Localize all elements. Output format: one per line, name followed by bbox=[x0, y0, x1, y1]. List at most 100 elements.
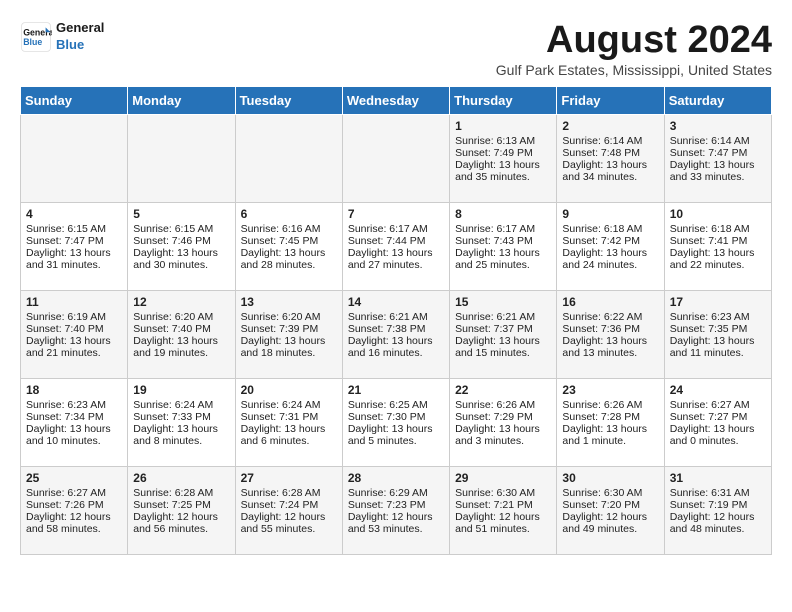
day-info: Daylight: 13 hours bbox=[670, 335, 766, 347]
day-info: Sunset: 7:20 PM bbox=[562, 499, 658, 511]
day-number: 23 bbox=[562, 383, 658, 397]
day-number: 12 bbox=[133, 295, 229, 309]
day-number: 28 bbox=[348, 471, 444, 485]
day-info: and 15 minutes. bbox=[455, 347, 551, 359]
day-info: Sunrise: 6:21 AM bbox=[455, 311, 551, 323]
table-row: 3Sunrise: 6:14 AMSunset: 7:47 PMDaylight… bbox=[664, 114, 771, 202]
day-info: Sunrise: 6:17 AM bbox=[455, 223, 551, 235]
table-row: 11 Sunrise: 6:19 AMSunset: 7:40 PMDayligh… bbox=[21, 290, 128, 378]
day-info: Daylight: 13 hours bbox=[455, 247, 551, 259]
day-info: Sunrise: 6:29 AM bbox=[348, 487, 444, 499]
day-info: Sunrise: 6:27 AM bbox=[670, 399, 766, 411]
day-info: Daylight: 13 hours bbox=[562, 335, 658, 347]
day-info: Sunset: 7:31 PM bbox=[241, 411, 337, 423]
day-info: Daylight: 12 hours bbox=[670, 511, 766, 523]
day-info: and 34 minutes. bbox=[562, 171, 658, 183]
table-row: 21Sunrise: 6:25 AMSunset: 7:30 PMDayligh… bbox=[342, 378, 449, 466]
day-number: 9 bbox=[562, 207, 658, 221]
day-info: and 51 minutes. bbox=[455, 523, 551, 535]
day-info: Daylight: 12 hours bbox=[241, 511, 337, 523]
day-info: and 10 minutes. bbox=[26, 435, 122, 447]
col-friday: Friday bbox=[557, 86, 664, 114]
day-info: Sunset: 7:48 PM bbox=[562, 147, 658, 159]
calendar-table: Sunday Monday Tuesday Wednesday Thursday… bbox=[20, 86, 772, 555]
table-row: 18Sunrise: 6:23 AMSunset: 7:34 PMDayligh… bbox=[21, 378, 128, 466]
day-info: Sunrise: 6:30 AM bbox=[562, 487, 658, 499]
calendar-row: 11Sunrise: 6:19 AMSunset: 7:40 PMDayligh… bbox=[21, 290, 772, 378]
day-info: Sunrise: 6:25 AM bbox=[348, 399, 444, 411]
day-info: Sunset: 7:40 PM bbox=[26, 323, 122, 335]
day-info: Daylight: 12 hours bbox=[455, 511, 551, 523]
table-row: 2Sunrise: 6:14 AMSunset: 7:48 PMDaylight… bbox=[557, 114, 664, 202]
table-row: 4Sunrise: 6:15 AMSunset: 7:47 PMDaylight… bbox=[21, 202, 128, 290]
day-info: Sunset: 7:44 PM bbox=[348, 235, 444, 247]
day-info: and 56 minutes. bbox=[133, 523, 229, 535]
table-row: 16Sunrise: 6:22 AMSunset: 7:36 PMDayligh… bbox=[557, 290, 664, 378]
day-info: and 31 minutes. bbox=[26, 259, 122, 271]
table-row: 22Sunrise: 6:26 AMSunset: 7:29 PMDayligh… bbox=[450, 378, 557, 466]
svg-text:Blue: Blue bbox=[23, 37, 42, 47]
table-row: 27Sunrise: 6:28 AMSunset: 7:24 PMDayligh… bbox=[235, 466, 342, 554]
col-tuesday: Tuesday bbox=[235, 86, 342, 114]
table-row: 19Sunrise: 6:24 AMSunset: 7:33 PMDayligh… bbox=[128, 378, 235, 466]
svg-text:General: General bbox=[23, 27, 52, 37]
logo-icon: General Blue bbox=[20, 21, 52, 53]
day-info: Sunrise: 6:14 AM bbox=[670, 135, 766, 147]
day-info: Sunset: 7:39 PM bbox=[241, 323, 337, 335]
title-section: August 2024 Gulf Park Estates, Mississip… bbox=[496, 20, 772, 78]
day-info: Daylight: 13 hours bbox=[562, 247, 658, 259]
table-row: 24Sunrise: 6:27 AMSunset: 7:27 PMDayligh… bbox=[664, 378, 771, 466]
day-info: Sunset: 7:40 PM bbox=[133, 323, 229, 335]
day-info: Sunrise: 6:18 AM bbox=[670, 223, 766, 235]
table-row: 23Sunrise: 6:26 AMSunset: 7:28 PMDayligh… bbox=[557, 378, 664, 466]
day-info: Daylight: 13 hours bbox=[26, 335, 122, 347]
day-number: 11 bbox=[26, 295, 122, 309]
day-info: Sunrise: 6:28 AM bbox=[133, 487, 229, 499]
day-number: 25 bbox=[26, 471, 122, 485]
day-info: and 48 minutes. bbox=[670, 523, 766, 535]
month-title: August 2024 bbox=[496, 20, 772, 62]
table-row: 13Sunrise: 6:20 AMSunset: 7:39 PMDayligh… bbox=[235, 290, 342, 378]
day-info: Sunrise: 6:24 AM bbox=[241, 399, 337, 411]
day-info: and 33 minutes. bbox=[670, 171, 766, 183]
col-monday: Monday bbox=[128, 86, 235, 114]
day-info: Sunset: 7:43 PM bbox=[455, 235, 551, 247]
day-info: Sunset: 7:45 PM bbox=[241, 235, 337, 247]
day-info: Daylight: 12 hours bbox=[26, 511, 122, 523]
day-info: Sunrise: 6:14 AM bbox=[562, 135, 658, 147]
day-info: Sunset: 7:30 PM bbox=[348, 411, 444, 423]
day-info: and 24 minutes. bbox=[562, 259, 658, 271]
table-row: 14Sunrise: 6:21 AMSunset: 7:38 PMDayligh… bbox=[342, 290, 449, 378]
day-info: Daylight: 13 hours bbox=[348, 335, 444, 347]
day-info: and 18 minutes. bbox=[241, 347, 337, 359]
day-info: Sunrise: 6:20 AM bbox=[241, 311, 337, 323]
table-row: 17Sunrise: 6:23 AMSunset: 7:35 PMDayligh… bbox=[664, 290, 771, 378]
day-info: Daylight: 13 hours bbox=[241, 247, 337, 259]
day-info: Daylight: 13 hours bbox=[26, 247, 122, 259]
day-info: Sunset: 7:19 PM bbox=[670, 499, 766, 511]
day-info: and 19 minutes. bbox=[133, 347, 229, 359]
day-info: Sunrise: 6:19 AM bbox=[26, 311, 122, 323]
day-number: 24 bbox=[670, 383, 766, 397]
day-info: Sunrise: 6:20 AM bbox=[133, 311, 229, 323]
day-info: Sunset: 7:23 PM bbox=[348, 499, 444, 511]
day-info: Daylight: 13 hours bbox=[455, 335, 551, 347]
table-row bbox=[342, 114, 449, 202]
table-row: 30Sunrise: 6:30 AMSunset: 7:20 PMDayligh… bbox=[557, 466, 664, 554]
day-info: and 25 minutes. bbox=[455, 259, 551, 271]
day-info: and 35 minutes. bbox=[455, 171, 551, 183]
table-row: 20Sunrise: 6:24 AMSunset: 7:31 PMDayligh… bbox=[235, 378, 342, 466]
day-info: Daylight: 13 hours bbox=[562, 159, 658, 171]
day-info: and 5 minutes. bbox=[348, 435, 444, 447]
day-info: Sunrise: 6:13 AM bbox=[455, 135, 551, 147]
day-number: 6 bbox=[241, 207, 337, 221]
day-info: and 8 minutes. bbox=[133, 435, 229, 447]
calendar-row: 25Sunrise: 6:27 AMSunset: 7:26 PMDayligh… bbox=[21, 466, 772, 554]
day-info: Sunset: 7:42 PM bbox=[562, 235, 658, 247]
day-info: Sunset: 7:33 PM bbox=[133, 411, 229, 423]
day-number: 8 bbox=[455, 207, 551, 221]
table-row: 12Sunrise: 6:20 AMSunset: 7:40 PMDayligh… bbox=[128, 290, 235, 378]
table-row: 5Sunrise: 6:15 AMSunset: 7:46 PMDaylight… bbox=[128, 202, 235, 290]
day-number: 16 bbox=[562, 295, 658, 309]
day-info: Sunrise: 6:28 AM bbox=[241, 487, 337, 499]
